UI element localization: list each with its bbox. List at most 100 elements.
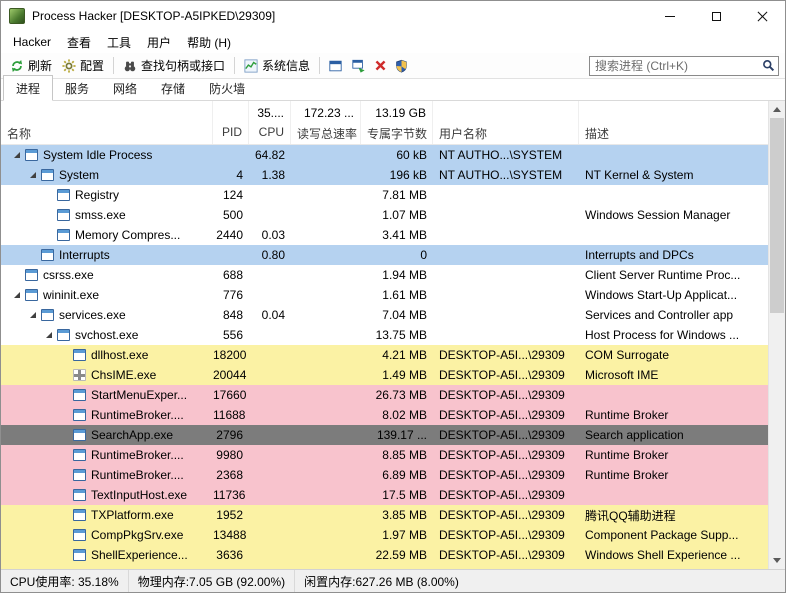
cell-name-label: dllhost.exe <box>91 348 148 362</box>
cell-pid: 2440 <box>213 228 249 242</box>
expand-icon[interactable] <box>9 291 25 299</box>
table-row[interactable]: StartMenuExper... 17660 26.73 MB DESKTOP… <box>1 385 768 405</box>
system-info-button[interactable]: 系统信息 <box>239 55 315 76</box>
window-new-button[interactable] <box>347 57 370 75</box>
table-row[interactable]: TextInputHost.exe 11736 17.5 MB DESKTOP-… <box>1 485 768 505</box>
cell-name-label: SearchApp.exe <box>91 428 173 442</box>
table-row[interactable]: dllhost.exe 18200 4.21 MB DESKTOP-A5I...… <box>1 345 768 365</box>
column-header-io[interactable]: 172.23 ... 读写总速率 <box>291 101 361 144</box>
table-row[interactable]: CompPkgSrv.exe 13488 1.97 MB DESKTOP-A5I… <box>1 525 768 545</box>
cell-cpu: 64.82 <box>249 148 291 162</box>
refresh-button[interactable]: 刷新 <box>5 55 57 76</box>
menu-view[interactable]: 查看 <box>59 32 99 53</box>
search-box <box>589 56 779 76</box>
scroll-down-button[interactable] <box>769 552 785 569</box>
tab-services[interactable]: 服务 <box>53 77 101 100</box>
table-row[interactable]: ShellExperience... 3636 22.59 MB DESKTOP… <box>1 545 768 565</box>
column-header-user[interactable]: 用户名称 <box>433 101 579 144</box>
table-row[interactable]: Interrupts 0.80 0 Interrupts and DPCs <box>1 245 768 265</box>
scrollbar-thumb[interactable] <box>770 118 784 313</box>
tree-indent <box>1 215 41 216</box>
tab-network[interactable]: 网络 <box>101 77 149 100</box>
refresh-icon <box>10 59 24 73</box>
cell-private: 13.75 MB <box>361 328 433 342</box>
window-icon <box>328 59 343 73</box>
tab-processes[interactable]: 进程 <box>3 75 53 101</box>
table-row[interactable]: System 4 1.38 196 kB NT AUTHO...\SYSTEM … <box>1 165 768 185</box>
table-row[interactable]: ChsIME.exe 20044 1.49 MB DESKTOP-A5I...\… <box>1 365 768 385</box>
tab-firewall[interactable]: 防火墙 <box>197 77 257 100</box>
process-icon <box>57 209 70 221</box>
cell-user: DESKTOP-A5I...\29309 <box>433 368 579 382</box>
table-row[interactable]: wininit.exe 776 1.61 MB Windows Start-Up… <box>1 285 768 305</box>
table-row[interactable]: SearchApp.exe 2796 139.17 ... DESKTOP-A5… <box>1 425 768 445</box>
scroll-down-icon <box>773 558 781 563</box>
process-icon <box>73 469 86 481</box>
cell-pid: 500 <box>213 208 249 222</box>
search-icon[interactable] <box>762 59 775 72</box>
options-button[interactable]: 配置 <box>57 55 109 76</box>
cell-desc: Host Process for Windows ... <box>579 328 768 342</box>
close-button[interactable] <box>739 1 785 31</box>
process-icon <box>73 349 86 361</box>
column-label-io: 读写总速率 <box>291 123 360 144</box>
process-icon <box>57 329 70 341</box>
app-logo-icon <box>9 8 25 24</box>
column-header-pid[interactable]: PID <box>213 101 249 144</box>
table-row[interactable]: RuntimeBroker.... 2368 6.89 MB DESKTOP-A… <box>1 465 768 485</box>
vertical-scrollbar[interactable] <box>768 101 785 569</box>
table-row[interactable]: csrss.exe 688 1.94 MB Client Server Runt… <box>1 265 768 285</box>
table-row[interactable]: TXPlatform.exe 1952 3.85 MB DESKTOP-A5I.… <box>1 505 768 525</box>
menu-help[interactable]: 帮助 (H) <box>179 32 239 53</box>
scroll-up-button[interactable] <box>769 101 785 118</box>
close-tool-button[interactable] <box>370 57 391 74</box>
search-input[interactable] <box>595 59 762 73</box>
window-arrow-icon <box>351 59 366 73</box>
table-row[interactable]: RuntimeBroker.... 11688 8.02 MB DESKTOP-… <box>1 405 768 425</box>
find-handles-button[interactable]: 查找句柄或接口 <box>118 55 230 76</box>
table-row[interactable]: RuntimeBroker.... 9980 8.85 MB DESKTOP-A… <box>1 445 768 465</box>
menu-tools[interactable]: 工具 <box>99 32 139 53</box>
table-row[interactable]: svchost.exe 556 13.75 MB Host Process fo… <box>1 325 768 345</box>
cell-user: DESKTOP-A5I...\29309 <box>433 408 579 422</box>
column-header-cpu[interactable]: 35.... CPU <box>249 101 291 144</box>
table-row[interactable]: System Idle Process 64.82 60 kB NT AUTHO… <box>1 145 768 165</box>
cell-private: 26.73 MB <box>361 388 433 402</box>
column-label-name: 名称 <box>1 123 212 144</box>
cell-private: 7.81 MB <box>361 188 433 202</box>
expand-icon[interactable] <box>41 331 57 339</box>
minimize-button[interactable] <box>647 1 693 31</box>
titlebar: Process Hacker [DESKTOP-A5IPKED\29309] <box>1 1 785 31</box>
cell-name-label: ChsIME.exe <box>91 368 156 382</box>
maximize-button[interactable] <box>693 1 739 31</box>
red-x-icon <box>374 59 387 72</box>
tab-disk[interactable]: 存储 <box>149 77 197 100</box>
cell-pid: 2368 <box>213 468 249 482</box>
process-icon <box>73 369 86 381</box>
table-row[interactable]: smss.exe 500 1.07 MB Windows Session Man… <box>1 205 768 225</box>
expand-icon[interactable] <box>25 171 41 179</box>
elevate-button[interactable] <box>391 57 412 75</box>
cell-private: 60 kB <box>361 148 433 162</box>
maximize-icon <box>712 12 721 21</box>
cell-desc: Microsoft IME <box>579 368 768 382</box>
cell-desc: NT Kernel & System <box>579 168 768 182</box>
cell-name-label: RuntimeBroker.... <box>91 448 184 462</box>
cell-pid: 11736 <box>213 488 249 502</box>
column-header-name[interactable]: 名称 <box>1 101 213 144</box>
scrollbar-track[interactable] <box>769 118 785 552</box>
cell-name-label: services.exe <box>59 308 126 322</box>
cell-desc: Search application <box>579 428 768 442</box>
cell-name-label: Interrupts <box>59 248 110 262</box>
menu-hacker[interactable]: Hacker <box>5 33 59 51</box>
column-header-private-bytes[interactable]: 13.19 GB 专属字节数 <box>361 101 433 144</box>
expand-icon[interactable] <box>25 311 41 319</box>
column-header-description[interactable]: 描述 <box>579 101 768 144</box>
table-row[interactable]: services.exe 848 0.04 7.04 MB Services a… <box>1 305 768 325</box>
expand-icon[interactable] <box>9 151 25 159</box>
menu-users[interactable]: 用户 <box>139 32 179 53</box>
window-tool-button[interactable] <box>324 57 347 75</box>
table-row[interactable]: Registry 124 7.81 MB <box>1 185 768 205</box>
cell-private: 1.94 MB <box>361 268 433 282</box>
table-row[interactable]: Memory Compres... 2440 0.03 3.41 MB <box>1 225 768 245</box>
